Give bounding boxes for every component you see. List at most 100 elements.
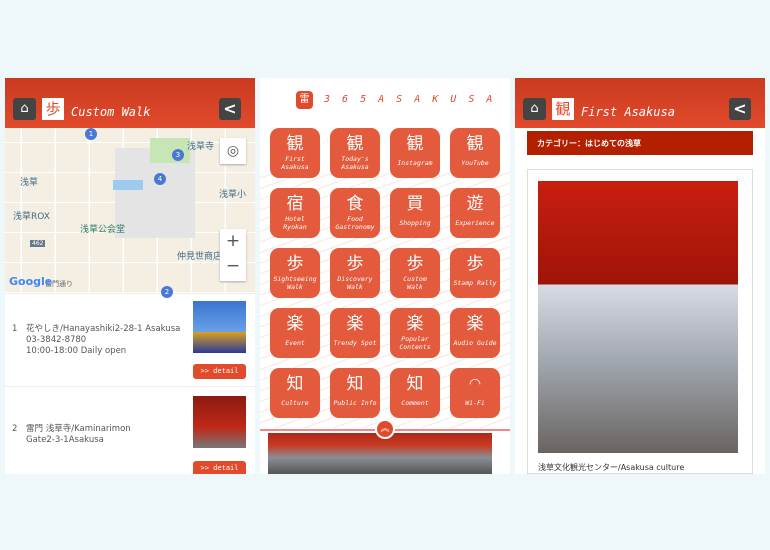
kanji-icon: 宿 [286, 194, 304, 214]
custom-walk-screen: ⌂ 歩 Custom Walk < 浅草寺 浅草 浅草ROX 浅草公会堂 浅草小… [5, 78, 255, 474]
kanji-icon: 楽 [406, 314, 424, 334]
kaminarimon-photo [193, 396, 246, 448]
menu-tile[interactable]: 知 Culture [270, 368, 320, 418]
wifi-icon: ◠ [468, 376, 482, 392]
item-number: 2 [12, 424, 18, 434]
map-pin[interactable]: 3 [172, 149, 184, 161]
menu-tile[interactable]: 楽 Event [270, 308, 320, 358]
map[interactable]: 浅草寺 浅草 浅草ROX 浅草公会堂 浅草小 仲見世商店街 雷門通り 462 1… [5, 128, 255, 298]
kanji-icon: 歩 [406, 254, 424, 274]
menu-tile-label: Hotel Ryokan [283, 215, 307, 231]
article-photo [538, 181, 738, 453]
kanji-icon: 楽 [346, 314, 364, 334]
collapse-button[interactable]: ︽ [375, 419, 395, 439]
map-label: 浅草寺 [187, 142, 215, 152]
page-title: First Asakusa [581, 105, 675, 119]
menu-tile[interactable]: 遊 Experience [450, 188, 500, 238]
menu-tile-label: Trendy Spot [333, 339, 377, 347]
zoom-in-button[interactable]: + [220, 229, 246, 254]
road-badge: 462 [30, 240, 46, 247]
kanji-icon: 歩 [466, 254, 484, 274]
kanji-icon: 知 [406, 374, 424, 394]
kanji-icon: 歩 [346, 254, 364, 274]
menu-tile[interactable]: 観 First Asakusa [270, 128, 320, 178]
page-title: Custom Walk [71, 105, 151, 119]
home-button[interactable]: ⌂ [13, 98, 36, 120]
menu-tile[interactable]: 楽 Trendy Spot [330, 308, 380, 358]
detail-button[interactable]: >> detail [193, 364, 246, 379]
item-name: 雷門 浅草寺/Kaminarimon [26, 424, 131, 434]
menu-tile[interactable]: 観 Instagram [390, 128, 440, 178]
item-address: Gate2-3-1Asakusa [26, 435, 104, 445]
back-button[interactable]: < [729, 98, 751, 120]
menu-tile[interactable]: ◠ Wi-Fi [450, 368, 500, 418]
menu-tile[interactable]: 知 Comment [390, 368, 440, 418]
menu-tile-label: Discovery Walk [337, 275, 373, 291]
logo-icon: 雷 [296, 91, 313, 109]
kanji-icon: 観 [346, 134, 364, 154]
menu-tile[interactable]: 宿 Hotel Ryokan [270, 188, 320, 238]
article-caption: 浅草文化観光センター/Asakusa culture [538, 463, 685, 472]
detail-button[interactable]: >> detail [193, 461, 246, 474]
menu-tile[interactable]: 観 Today's Asakusa [330, 128, 380, 178]
kanji-icon: 観 [466, 134, 484, 154]
menu-tile-label: Comment [401, 399, 429, 407]
kanji-icon: 食 [346, 194, 364, 214]
menu-tile[interactable]: 歩 Discovery Walk [330, 248, 380, 298]
home-button[interactable]: ⌂ [523, 98, 546, 120]
menu-tile-label: YouTube [461, 159, 489, 167]
featured-photo [268, 433, 492, 474]
item-number: 1 [12, 324, 18, 334]
google-logo: Google [9, 275, 53, 288]
category-bar: カテゴリー：はじめての浅草 [527, 131, 753, 155]
zoom-out-button[interactable]: − [220, 254, 246, 279]
kanji-icon: 知 [346, 374, 364, 394]
menu-tile[interactable]: 知 Public Info [330, 368, 380, 418]
first-asakusa-screen: ⌂ 観 First Asakusa < カテゴリー：はじめての浅草 浅草文化観光… [515, 78, 765, 474]
menu-tile[interactable]: 歩 Custom Walk [390, 248, 440, 298]
map-pin[interactable]: 1 [85, 128, 97, 140]
item-text: 雷門 浅草寺/Kaminarimon Gate2-3-1Asakusa [26, 424, 131, 446]
zoom-controls[interactable]: + − [220, 229, 246, 281]
map-label: 浅草公会堂 [80, 225, 126, 235]
menu-tile-label: Food Gastronomy [335, 215, 375, 231]
kanji-icon: 楽 [466, 314, 484, 334]
article-card[interactable]: 浅草文化観光センター/Asakusa culture [527, 169, 753, 474]
menu-tile-label: Audio Guide [453, 339, 497, 347]
map-pin[interactable]: 4 [154, 173, 166, 185]
kanji-icon: 買 [406, 194, 424, 214]
menu-tile[interactable]: 歩 Stamp Rally [450, 248, 500, 298]
menu-tile-label: Culture [281, 399, 309, 407]
menu-tile-label: Event [285, 339, 305, 347]
category-icon: 観 [552, 98, 574, 120]
menu-tile[interactable]: 歩 Sightseeing Walk [270, 248, 320, 298]
category-icon: 歩 [42, 98, 64, 120]
menu-tile-label: Sightseeing Walk [273, 275, 317, 291]
menu-tile-label: Instagram [397, 159, 433, 167]
hanayashiki-photo [193, 301, 246, 353]
kanji-icon: 観 [406, 134, 424, 154]
menu-tile[interactable]: 楽 Popular Contents [390, 308, 440, 358]
menu-tile[interactable]: 買 Shopping [390, 188, 440, 238]
kanji-icon: 遊 [466, 194, 484, 214]
back-button[interactable]: < [219, 98, 241, 120]
menu-tile[interactable]: 楽 Audio Guide [450, 308, 500, 358]
kanji-icon: 知 [286, 374, 304, 394]
item-hours: 10:00-18:00 Daily open [26, 346, 127, 356]
list-item: 1 花やしき/Hanayashiki2-28-1 Asakusa 03-3842… [5, 294, 255, 387]
menu-tile-label: Public Info [333, 399, 377, 407]
item-phone: 03-3842-8780 [26, 335, 87, 345]
menu-tile-label: Popular Contents [399, 335, 431, 351]
map-label: 浅草 [20, 178, 39, 188]
kanji-icon: 観 [286, 134, 304, 154]
my-location-button[interactable]: ◎ [220, 138, 246, 164]
header: ⌂ 観 First Asakusa < [515, 78, 765, 128]
menu-tile-label: Shopping [399, 219, 431, 227]
menu-tile[interactable]: 食 Food Gastronomy [330, 188, 380, 238]
menu-tile-label: First Asakusa [281, 155, 309, 171]
home-menu-screen: 雷 3 6 5 A S A K U S A 観 First Asakusa 観 Tod… [260, 78, 510, 474]
menu-tile-label: Custom Walk [403, 275, 427, 291]
map-label: 浅草ROX [13, 212, 50, 222]
kanji-icon: 歩 [286, 254, 304, 274]
menu-tile[interactable]: 観 YouTube [450, 128, 500, 178]
